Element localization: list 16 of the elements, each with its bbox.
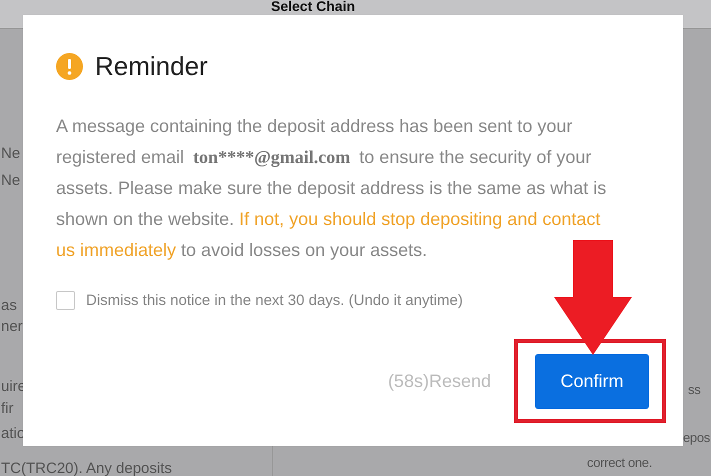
dialog-title: Reminder bbox=[95, 51, 208, 82]
warning-icon bbox=[56, 53, 83, 80]
background-text: TC(TRC20). Any deposits bbox=[1, 460, 172, 476]
dismiss-checkbox[interactable] bbox=[56, 291, 75, 310]
background-text: epos bbox=[683, 430, 710, 445]
background-text: Ne bbox=[1, 172, 20, 189]
page-title: Select Chain bbox=[271, 0, 356, 14]
background-text: ner bbox=[1, 318, 23, 335]
background-text: fir bbox=[1, 400, 14, 417]
reminder-message: A message containing the deposit address has been sent to your registered email ton****@gmail.com to ensure the security of your assets. Please make sure the deposit address is the same as what is shown on the website. If not, you should stop depositing and contact us immediately to avoid losses on your assets. bbox=[56, 115, 608, 262]
confirm-button[interactable]: Confirm bbox=[535, 354, 649, 409]
background-text: correct one. bbox=[587, 455, 652, 470]
dismiss-label: Dismiss this notice in the next 30 days. (Undo it anytime) bbox=[86, 292, 463, 309]
background-text: as bbox=[1, 297, 17, 314]
background-text: Ne bbox=[1, 145, 20, 162]
background-text: ss bbox=[688, 382, 700, 397]
